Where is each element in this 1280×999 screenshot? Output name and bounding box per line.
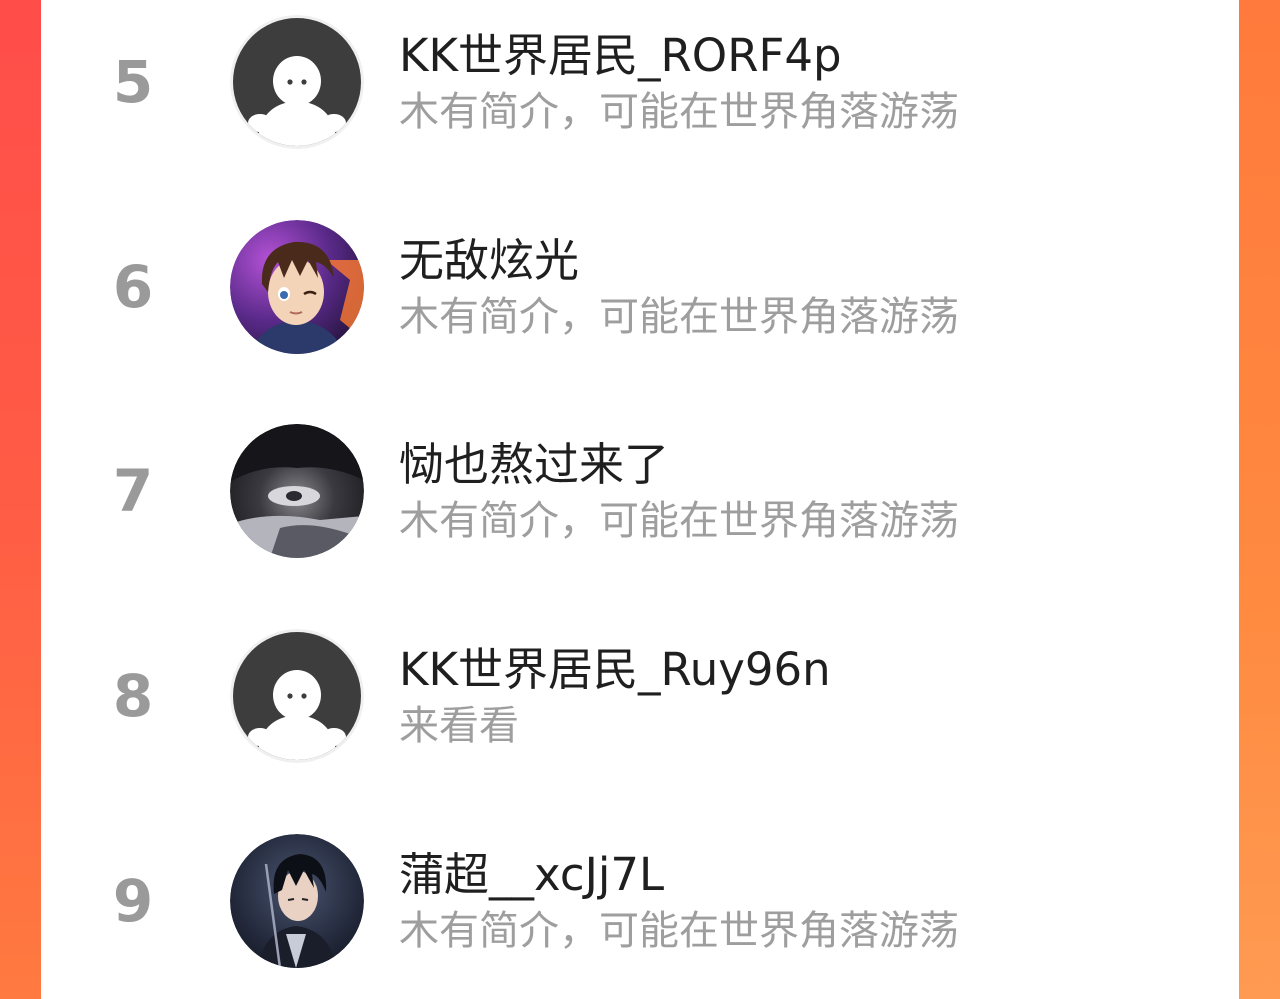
default-avatar-icon [230,629,364,763]
rank-number: 6 [112,253,154,321]
rank-number: 5 [112,48,154,116]
default-avatar-icon [230,15,364,149]
user-bio: 木有简介，可能在世界角落游荡 [399,908,959,954]
anime-boy-avatar-icon [230,220,364,354]
ranking-row[interactable]: 6 无敌炫光 木有简介，可能在世界角落游荡 [41,217,1239,357]
user-avatar[interactable] [230,15,364,149]
user-avatar[interactable] [230,424,364,558]
ranking-row[interactable]: 9 蒲超__xcJj7L 木有简介，可能在世界角落游荡 [41,831,1239,971]
user-avatar[interactable] [230,834,364,968]
ranking-row[interactable]: 7 恸也熬过来了 木有简介，可能在世界角落游荡 [41,421,1239,561]
dark-portrait-avatar-icon [230,424,364,558]
user-name[interactable]: KK世界居民_RORF4p [399,26,842,86]
user-bio: 木有简介，可能在世界角落游荡 [399,498,959,544]
user-name[interactable]: KK世界居民_Ruy96n [399,640,831,700]
user-avatar[interactable] [230,629,364,763]
user-bio: 木有简介，可能在世界角落游荡 [399,89,959,135]
rank-number: 9 [112,867,154,935]
app-background: 5 KK世界居民_RORF4p 木有简介，可能在世界角落游荡 6 无敌炫光 木有… [0,0,1280,999]
user-bio: 来看看 [399,703,519,749]
user-name[interactable]: 无敌炫光 [399,231,579,291]
rank-number: 7 [112,457,154,525]
ranking-row[interactable]: 8 KK世界居民_Ruy96n 来看看 [41,626,1239,766]
user-name[interactable]: 蒲超__xcJj7L [399,845,664,905]
user-bio: 木有简介，可能在世界角落游荡 [399,294,959,340]
user-avatar[interactable] [230,220,364,354]
ranking-row[interactable]: 5 KK世界居民_RORF4p 木有简介，可能在世界角落游荡 [41,12,1239,152]
ranking-list: 5 KK世界居民_RORF4p 木有简介，可能在世界角落游荡 6 无敌炫光 木有… [41,0,1239,999]
rank-number: 8 [112,662,154,730]
user-name[interactable]: 恸也熬过来了 [399,435,669,495]
anime-swordsman-avatar-icon [230,834,364,968]
